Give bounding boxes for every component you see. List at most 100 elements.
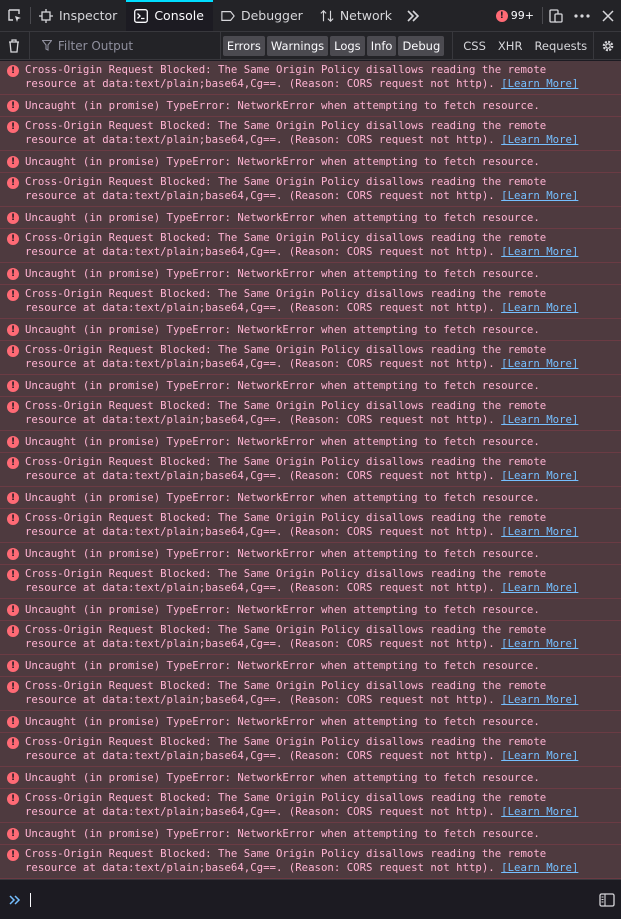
network-icon <box>320 9 334 23</box>
uncaught-error-message[interactable]: ! Uncaught (in promise) TypeError: Networ… <box>0 207 621 229</box>
error-count-badge[interactable]: ! 99+ <box>488 0 542 31</box>
learn-more-link[interactable]: [Learn More] <box>501 189 578 202</box>
cors-error-line1: Cross-Origin Request Blocked: The Same O… <box>25 119 547 132</box>
cors-error-message[interactable]: ! Cross-Origin Request Blocked: The Same … <box>0 621 621 655</box>
error-icon: ! <box>7 436 19 448</box>
error-icon: ! <box>7 716 19 728</box>
cors-error-message[interactable]: ! Cross-Origin Request Blocked: The Same … <box>0 397 621 431</box>
chevron-double-right-icon <box>407 9 420 22</box>
filter-info-button[interactable]: Info <box>366 35 397 56</box>
cors-error-line1: Cross-Origin Request Blocked: The Same O… <box>25 511 547 524</box>
responsive-design-icon <box>549 8 563 23</box>
error-icon: ! <box>7 233 19 245</box>
cors-error-line2: resource at data:text/plain;base64,Cg==.… <box>25 693 502 706</box>
close-devtools-button[interactable] <box>595 0 621 31</box>
uncaught-error-message[interactable]: ! Uncaught (in promise) TypeError: Networ… <box>0 431 621 453</box>
uncaught-error-message[interactable]: ! Uncaught (in promise) TypeError: Networ… <box>0 319 621 341</box>
cors-error-message[interactable]: ! Cross-Origin Request Blocked: The Same … <box>0 789 621 823</box>
filter-requests-button[interactable]: Requests <box>528 36 593 56</box>
cors-error-message[interactable]: ! Cross-Origin Request Blocked: The Same … <box>0 117 621 151</box>
uncaught-error-message[interactable]: ! Uncaught (in promise) TypeError: Networ… <box>0 375 621 397</box>
filter-logs-button[interactable]: Logs <box>330 35 365 56</box>
uncaught-error-text: Uncaught (in promise) TypeError: Network… <box>25 715 540 728</box>
filter-output-input[interactable] <box>57 38 208 53</box>
cors-error-message[interactable]: ! Cross-Origin Request Blocked: The Same … <box>0 229 621 263</box>
error-icon: ! <box>7 660 19 672</box>
tab-debugger[interactable]: Debugger <box>213 0 312 31</box>
cors-error-message[interactable]: ! Cross-Origin Request Blocked: The Same … <box>0 341 621 375</box>
learn-more-link[interactable]: [Learn More] <box>501 133 578 146</box>
filter-debug-button[interactable]: Debug <box>398 35 445 56</box>
learn-more-link[interactable]: [Learn More] <box>501 525 578 538</box>
cors-error-line2: resource at data:text/plain;base64,Cg==.… <box>25 805 502 818</box>
filter-output-field[interactable] <box>30 32 220 59</box>
cors-error-message[interactable]: ! Cross-Origin Request Blocked: The Same … <box>0 61 621 95</box>
uncaught-error-message[interactable]: ! Uncaught (in promise) TypeError: Networ… <box>0 711 621 733</box>
tab-console-label: Console <box>154 8 204 23</box>
learn-more-link[interactable]: [Learn More] <box>501 861 578 874</box>
uncaught-error-message[interactable]: ! Uncaught (in promise) TypeError: Networ… <box>0 767 621 789</box>
error-icon: ! <box>7 457 19 469</box>
learn-more-link[interactable]: [Learn More] <box>501 357 578 370</box>
learn-more-link[interactable]: [Learn More] <box>501 749 578 762</box>
responsive-mode-button[interactable] <box>543 0 569 31</box>
cors-error-message[interactable]: ! Cross-Origin Request Blocked: The Same … <box>0 677 621 711</box>
cors-error-message[interactable]: ! Cross-Origin Request Blocked: The Same … <box>0 845 621 879</box>
learn-more-link[interactable]: [Learn More] <box>501 245 578 258</box>
learn-more-link[interactable]: [Learn More] <box>501 301 578 314</box>
uncaught-error-message[interactable]: ! Uncaught (in promise) TypeError: Networ… <box>0 263 621 285</box>
uncaught-error-text: Uncaught (in promise) TypeError: Network… <box>25 435 540 448</box>
uncaught-error-message[interactable]: ! Uncaught (in promise) TypeError: Networ… <box>0 655 621 677</box>
filter-errors-button[interactable]: Errors <box>222 35 265 56</box>
uncaught-error-message[interactable]: ! Uncaught (in promise) TypeError: Networ… <box>0 95 621 117</box>
uncaught-error-message[interactable]: ! Uncaught (in promise) TypeError: Networ… <box>0 543 621 565</box>
cors-error-line1: Cross-Origin Request Blocked: The Same O… <box>25 567 547 580</box>
uncaught-error-message[interactable]: ! Uncaught (in promise) TypeError: Networ… <box>0 823 621 845</box>
options-menu-button[interactable] <box>569 0 595 31</box>
uncaught-error-message[interactable]: ! Uncaught (in promise) TypeError: Networ… <box>0 599 621 621</box>
editor-mode-toggle[interactable] <box>599 892 615 907</box>
error-icon: ! <box>7 737 19 749</box>
console-settings-button[interactable] <box>593 32 621 59</box>
cors-error-message[interactable]: ! Cross-Origin Request Blocked: The Same … <box>0 733 621 767</box>
filter-warnings-button[interactable]: Warnings <box>266 35 329 56</box>
tab-network[interactable]: Network <box>312 0 401 31</box>
uncaught-error-text: Uncaught (in promise) TypeError: Network… <box>25 547 540 560</box>
error-icon: ! <box>7 345 19 357</box>
uncaught-error-message[interactable]: ! Uncaught (in promise) TypeError: Networ… <box>0 487 621 509</box>
filter-css-button[interactable]: CSS <box>457 36 492 56</box>
more-tabs-button[interactable] <box>401 0 425 31</box>
error-icon: ! <box>7 401 19 413</box>
learn-more-link[interactable]: [Learn More] <box>501 805 578 818</box>
learn-more-link[interactable]: [Learn More] <box>501 637 578 650</box>
console-icon <box>134 8 149 23</box>
cors-error-message[interactable]: ! Cross-Origin Request Blocked: The Same … <box>0 565 621 599</box>
learn-more-link[interactable]: [Learn More] <box>501 581 578 594</box>
cors-error-line2: resource at data:text/plain;base64,Cg==.… <box>25 133 502 146</box>
error-icon: ! <box>7 681 19 693</box>
clear-console-button[interactable] <box>0 32 30 59</box>
uncaught-error-message[interactable]: ! Uncaught (in promise) TypeError: Networ… <box>0 151 621 173</box>
ellipsis-icon <box>574 13 590 18</box>
cors-error-message[interactable]: ! Cross-Origin Request Blocked: The Same … <box>0 509 621 543</box>
uncaught-error-text: Uncaught (in promise) TypeError: Network… <box>25 491 540 504</box>
learn-more-link[interactable]: [Learn More] <box>501 77 578 90</box>
element-picker-button[interactable] <box>0 0 30 31</box>
console-input-area[interactable] <box>0 879 621 919</box>
prompt-chevron-icon <box>0 894 30 906</box>
cors-error-message[interactable]: ! Cross-Origin Request Blocked: The Same … <box>0 285 621 319</box>
learn-more-link[interactable]: [Learn More] <box>501 469 578 482</box>
cors-error-message[interactable]: ! Cross-Origin Request Blocked: The Same … <box>0 173 621 207</box>
learn-more-link[interactable]: [Learn More] <box>501 413 578 426</box>
error-icon: ! <box>7 100 19 112</box>
cors-error-line2: resource at data:text/plain;base64,Cg==.… <box>25 861 502 874</box>
tab-console[interactable]: Console <box>126 0 213 31</box>
debugger-icon <box>221 9 235 23</box>
uncaught-error-text: Uncaught (in promise) TypeError: Network… <box>25 379 540 392</box>
error-icon: ! <box>7 492 19 504</box>
cors-error-message[interactable]: ! Cross-Origin Request Blocked: The Same … <box>0 453 621 487</box>
learn-more-link[interactable]: [Learn More] <box>501 693 578 706</box>
filter-xhr-button[interactable]: XHR <box>492 36 529 56</box>
log-level-filters: Errors Warnings Logs Info Debug <box>219 32 445 59</box>
tab-inspector[interactable]: Inspector <box>31 0 126 31</box>
